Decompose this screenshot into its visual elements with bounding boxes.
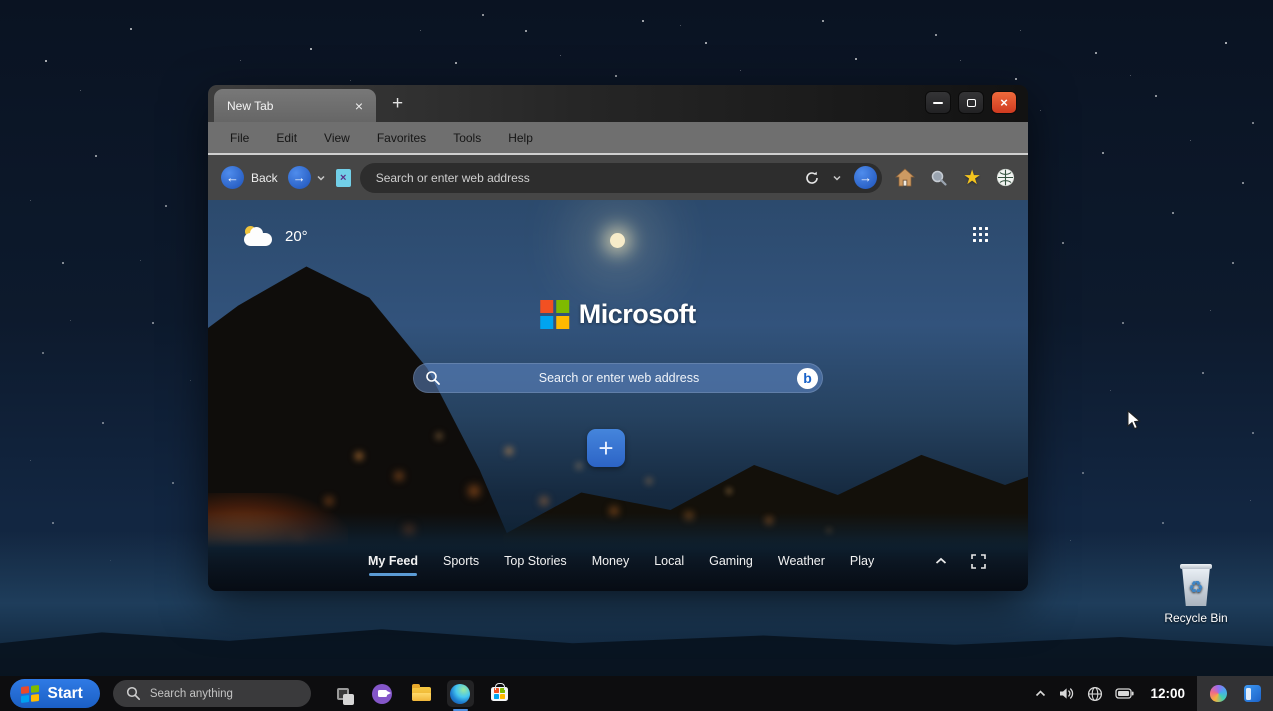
page-search-input[interactable] <box>441 371 797 385</box>
home-button[interactable] <box>895 168 915 187</box>
microsoft-logo-icon <box>540 300 569 329</box>
start-button[interactable]: Start <box>10 679 100 708</box>
address-input[interactable] <box>376 171 797 185</box>
feed-tab-weather[interactable]: Weather <box>778 554 825 568</box>
start-label: Start <box>48 685 83 703</box>
taskbar-search-icon <box>126 686 141 701</box>
maximize-icon <box>967 99 976 107</box>
feed-tab-top-stories[interactable]: Top Stories <box>504 554 567 568</box>
recycle-bin[interactable]: ♻ Recycle Bin <box>1162 564 1230 625</box>
network-globe-icon[interactable] <box>1087 686 1103 702</box>
tab-new-tab[interactable]: New Tab × <box>214 89 376 122</box>
go-button[interactable]: → <box>854 166 877 189</box>
system-tray: 12:00 <box>1035 676 1185 711</box>
menu-view[interactable]: View <box>324 131 350 145</box>
forward-dropdown-icon[interactable] <box>316 173 326 183</box>
windows-logo-icon <box>21 685 39 702</box>
back-label[interactable]: Back <box>251 171 278 185</box>
add-shortcut-button[interactable]: + <box>587 429 625 467</box>
widgets-icon[interactable] <box>1244 685 1261 702</box>
page-search-bar[interactable]: b <box>413 363 823 393</box>
fullscreen-icon[interactable] <box>971 554 986 569</box>
collapse-feed-icon[interactable] <box>935 557 947 565</box>
microsoft-logo-text: Microsoft <box>579 299 696 330</box>
task-view-icon <box>337 688 349 700</box>
tab-title: New Tab <box>227 99 273 113</box>
edge-browser-button[interactable] <box>447 680 474 707</box>
microsoft-logo: Microsoft <box>540 299 696 330</box>
taskbar-search[interactable] <box>113 680 311 707</box>
feed-tab-my-feed[interactable]: My Feed <box>368 554 418 568</box>
apps-grid-icon[interactable] <box>973 227 988 242</box>
maximize-button[interactable] <box>958 91 984 114</box>
task-view-button[interactable] <box>330 680 357 707</box>
globe-button[interactable] <box>996 168 1015 187</box>
battery-icon[interactable] <box>1115 688 1134 699</box>
refresh-dropdown-icon[interactable] <box>832 173 842 183</box>
feed-tab-sports[interactable]: Sports <box>443 554 479 568</box>
menu-bar: File Edit View Favorites Tools Help <box>208 122 1028 155</box>
village-lights <box>208 200 210 202</box>
forward-button[interactable]: → <box>288 166 311 189</box>
search-magnifier-icon <box>425 370 441 386</box>
window-controls: × <box>925 91 1017 114</box>
page-favicon-icon: × <box>336 169 351 187</box>
recycle-bin-icon: ♻ <box>1180 564 1212 606</box>
tab-bar: New Tab × + × <box>208 85 1028 122</box>
menu-edit[interactable]: Edit <box>276 131 297 145</box>
recycle-bin-label: Recycle Bin <box>1164 611 1227 625</box>
volume-icon[interactable] <box>1058 686 1075 701</box>
star-field-dim <box>0 0 1 1</box>
menu-help[interactable]: Help <box>508 131 533 145</box>
bing-icon[interactable]: b <box>797 368 818 389</box>
weather-widget[interactable]: 20° <box>244 226 308 246</box>
recycle-symbol-icon: ♻ <box>1188 579 1203 596</box>
tray-chevron-up-icon[interactable] <box>1035 690 1046 697</box>
folder-icon <box>412 687 431 701</box>
chat-app-button[interactable] <box>369 680 396 707</box>
taskbar-search-input[interactable] <box>150 688 304 700</box>
navigation-bar: ← Back → × → ★ <box>208 155 1028 200</box>
feed-tab-money[interactable]: Money <box>592 554 630 568</box>
menu-file[interactable]: File <box>230 131 249 145</box>
menu-favorites[interactable]: Favorites <box>377 131 426 145</box>
favorites-star-button[interactable]: ★ <box>963 168 981 188</box>
taskbar-clock[interactable]: 12:00 <box>1150 686 1185 701</box>
refresh-icon[interactable] <box>804 170 820 186</box>
minimize-icon <box>933 102 943 104</box>
back-button[interactable]: ← <box>221 166 244 189</box>
file-explorer-button[interactable] <box>408 680 435 707</box>
search-button[interactable] <box>930 169 948 187</box>
store-bag-icon <box>491 687 508 701</box>
chat-camera-icon <box>372 684 392 704</box>
taskbar-app-icons <box>330 680 513 707</box>
feed-tab-play[interactable]: Play <box>850 554 874 568</box>
taskbar: Start <box>0 676 1273 711</box>
weather-temperature: 20° <box>285 228 308 245</box>
close-button[interactable]: × <box>991 91 1017 114</box>
tray-right-section <box>1197 676 1273 711</box>
minimize-button[interactable] <box>925 91 951 114</box>
mouse-cursor <box>1127 410 1143 432</box>
new-tab-page: 20° Microsoft b + My Feed Sports Top S <box>208 200 1028 591</box>
feed-navigation: My Feed Sports Top Stories Money Local G… <box>208 539 1028 591</box>
moon <box>610 233 625 248</box>
weather-cloud-icon <box>244 226 274 246</box>
address-bar[interactable]: → <box>360 163 882 193</box>
edge-icon <box>450 684 470 704</box>
browser-window: New Tab × + × File Edit View Favorites T… <box>208 85 1028 591</box>
menu-tools[interactable]: Tools <box>453 131 481 145</box>
feed-tab-local[interactable]: Local <box>654 554 684 568</box>
navbar-actions: ★ <box>895 168 1015 188</box>
tab-close-icon[interactable]: × <box>355 99 363 113</box>
copilot-icon[interactable] <box>1210 685 1227 702</box>
microsoft-store-button[interactable] <box>486 680 513 707</box>
new-tab-button[interactable]: + <box>392 94 403 113</box>
feed-tab-gaming[interactable]: Gaming <box>709 554 753 568</box>
